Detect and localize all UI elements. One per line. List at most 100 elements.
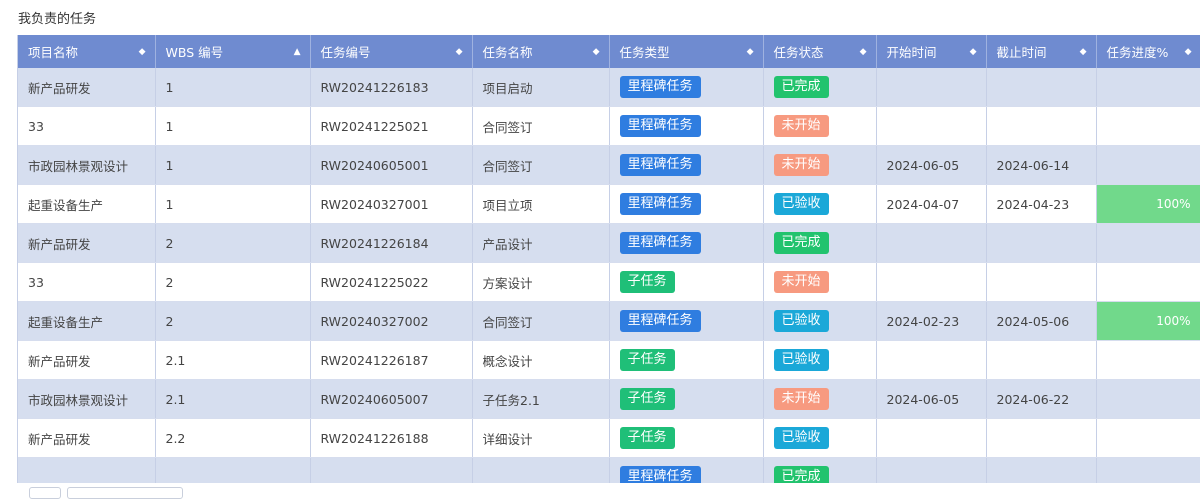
- table-header: 项目名称◆WBS 编号▲任务编号◆任务名称◆任务类型◆任务状态◆开始时间◆截止时…: [18, 35, 1200, 68]
- cell-end-date: 2024-06-22: [986, 380, 1096, 419]
- cell-progress: [1096, 380, 1200, 419]
- table-row[interactable]: 新产品研发2RW20241226184产品设计里程碑任务已完成: [18, 224, 1200, 263]
- status-badge: 已验收: [774, 427, 829, 449]
- cell-wbs-number: 2: [155, 302, 310, 341]
- header-col-wbs[interactable]: WBS 编号▲: [155, 35, 310, 68]
- cell-task-name: 项目启动: [472, 68, 609, 107]
- cell-task-number: RW20240327002: [310, 302, 472, 341]
- task-table-container: 项目名称◆WBS 编号▲任务编号◆任务名称◆任务类型◆任务状态◆开始时间◆截止时…: [17, 35, 1200, 483]
- cell-project-name: 新产品研发: [18, 224, 155, 263]
- page-size-select[interactable]: [29, 487, 61, 499]
- table-row[interactable]: 里程碑任务已完成: [18, 458, 1200, 484]
- table-row[interactable]: 331RW20241225021合同签订里程碑任务未开始: [18, 107, 1200, 146]
- header-col-status[interactable]: 任务状态◆: [763, 35, 876, 68]
- sort-both-icon[interactable]: ◆: [860, 47, 867, 57]
- cell-task-number: RW20240605007: [310, 380, 472, 419]
- cell-start-date: [876, 419, 986, 458]
- status-badge: 已完成: [774, 232, 829, 254]
- cell-task-number: RW20241225022: [310, 263, 472, 302]
- cell-start-date: [876, 341, 986, 380]
- cell-start-date: 2024-04-07: [876, 185, 986, 224]
- task-type-badge: 子任务: [620, 388, 675, 410]
- cell-progress: [1096, 458, 1200, 484]
- table-row[interactable]: 新产品研发2.2RW20241226188详细设计子任务已验收: [18, 419, 1200, 458]
- table-row[interactable]: 市政园林景观设计1RW20240605001合同签订里程碑任务未开始2024-0…: [18, 146, 1200, 185]
- table-body: 新产品研发1RW20241226183项目启动里程碑任务已完成331RW2024…: [18, 68, 1200, 483]
- cell-task-type: 里程碑任务: [609, 302, 763, 341]
- header-col-task-name[interactable]: 任务名称 ◆: [472, 35, 609, 68]
- header-col-progress[interactable]: 任务进度% ◆: [1096, 35, 1200, 68]
- sort-both-icon[interactable]: ◆: [593, 47, 600, 57]
- cell-wbs-number: [155, 458, 310, 484]
- cell-task-status: 未开始: [763, 146, 876, 185]
- task-type-badge: 里程碑任务: [620, 232, 701, 254]
- cell-task-name: 项目立项: [472, 185, 609, 224]
- cell-project-name: 新产品研发: [18, 68, 155, 107]
- header-col-type[interactable]: 任务类型◆: [609, 35, 763, 68]
- cell-project-name: 市政园林景观设计: [18, 146, 155, 185]
- cell-task-status: 已完成: [763, 458, 876, 484]
- status-badge: 已完成: [774, 466, 829, 483]
- cell-task-type: 里程碑任务: [609, 458, 763, 484]
- sort-both-icon[interactable]: ◆: [456, 47, 463, 57]
- cell-progress: [1096, 107, 1200, 146]
- header-label: 任务名称: [483, 45, 533, 60]
- task-type-badge: 里程碑任务: [620, 310, 701, 332]
- table-row[interactable]: 市政园林景观设计2.1RW20240605007子任务2.1子任务未开始2024…: [18, 380, 1200, 419]
- pagination-control[interactable]: [67, 487, 183, 499]
- sort-both-icon[interactable]: ◆: [747, 47, 754, 57]
- header-label: 任务进度%: [1107, 45, 1169, 60]
- cell-progress: 100%: [1096, 185, 1200, 224]
- cell-start-date: [876, 263, 986, 302]
- sort-both-icon[interactable]: ◆: [139, 47, 146, 57]
- table-row[interactable]: 新产品研发1RW20241226183项目启动里程碑任务已完成: [18, 68, 1200, 107]
- cell-end-date: [986, 419, 1096, 458]
- cell-end-date: [986, 458, 1096, 484]
- cell-start-date: 2024-06-05: [876, 380, 986, 419]
- cell-progress: [1096, 224, 1200, 263]
- cell-project-name: 市政园林景观设计: [18, 380, 155, 419]
- header-col-task-no[interactable]: 任务编号 ◆: [310, 35, 472, 68]
- cell-task-type: 里程碑任务: [609, 224, 763, 263]
- cell-end-date: [986, 263, 1096, 302]
- cell-end-date: 2024-06-14: [986, 146, 1096, 185]
- task-type-badge: 里程碑任务: [620, 154, 701, 176]
- task-type-badge: 子任务: [620, 271, 675, 293]
- task-table: 项目名称◆WBS 编号▲任务编号◆任务名称◆任务类型◆任务状态◆开始时间◆截止时…: [18, 35, 1200, 483]
- table-row[interactable]: 新产品研发2.1RW20241226187概念设计子任务已验收: [18, 341, 1200, 380]
- task-type-badge: 里程碑任务: [620, 76, 701, 98]
- table-row[interactable]: 332RW20241225022方案设计子任务未开始: [18, 263, 1200, 302]
- cell-task-type: 里程碑任务: [609, 185, 763, 224]
- status-badge: 未开始: [774, 271, 829, 293]
- cell-task-status: 已验收: [763, 341, 876, 380]
- cell-wbs-number: 1: [155, 68, 310, 107]
- sort-asc-icon[interactable]: ▲: [294, 47, 301, 57]
- cell-project-name: 起重设备生产: [18, 302, 155, 341]
- header-col-end[interactable]: 截止时间◆: [986, 35, 1096, 68]
- cell-task-number: RW20240327001: [310, 185, 472, 224]
- header-label: 任务编号: [321, 45, 371, 60]
- cell-project-name: [18, 458, 155, 484]
- table-row[interactable]: 起重设备生产2RW20240327002合同签订里程碑任务已验收2024-02-…: [18, 302, 1200, 341]
- cell-task-name: [472, 458, 609, 484]
- status-badge: 已验收: [774, 193, 829, 215]
- cell-end-date: [986, 224, 1096, 263]
- cell-task-type: 子任务: [609, 380, 763, 419]
- task-type-badge: 子任务: [620, 349, 675, 371]
- table-row[interactable]: 起重设备生产1RW20240327001项目立项里程碑任务已验收2024-04-…: [18, 185, 1200, 224]
- header-col-start[interactable]: 开始时间◆: [876, 35, 986, 68]
- header-col-project[interactable]: 项目名称◆: [18, 35, 155, 68]
- cell-wbs-number: 2.2: [155, 419, 310, 458]
- sort-both-icon[interactable]: ◆: [970, 47, 977, 57]
- cell-task-type: 子任务: [609, 341, 763, 380]
- cell-end-date: 2024-05-06: [986, 302, 1096, 341]
- cell-wbs-number: 2: [155, 224, 310, 263]
- cell-task-type: 里程碑任务: [609, 68, 763, 107]
- cell-task-name: 详细设计: [472, 419, 609, 458]
- cell-task-name: 合同签订: [472, 107, 609, 146]
- sort-both-icon[interactable]: ◆: [1080, 47, 1087, 57]
- cell-progress: [1096, 68, 1200, 107]
- status-badge: 已验收: [774, 310, 829, 332]
- cell-end-date: [986, 107, 1096, 146]
- sort-both-icon[interactable]: ◆: [1185, 47, 1192, 57]
